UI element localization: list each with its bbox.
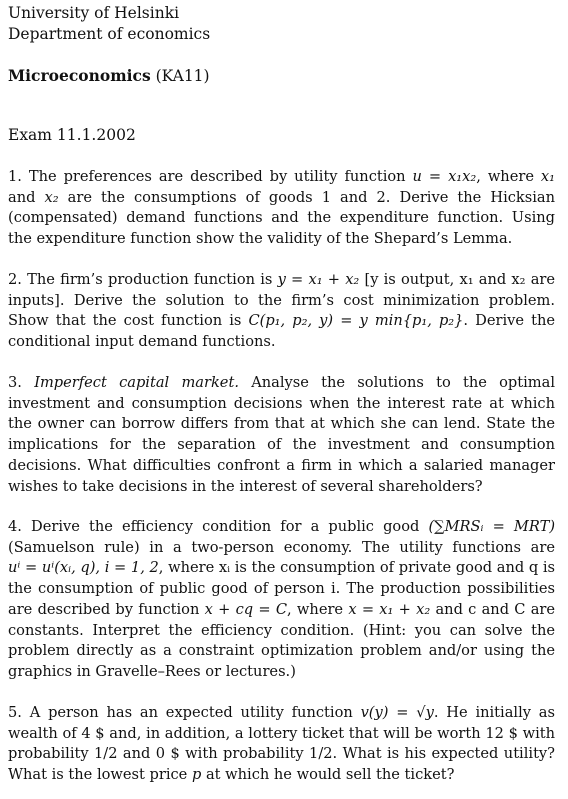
university-name: University of Helsinki bbox=[8, 4, 180, 22]
q1-text-4: are the consumptions of goods 1 and 2. D… bbox=[8, 188, 556, 248]
q4-text-1: 4. Derive the efficiency condition for a… bbox=[8, 518, 420, 535]
course-code: (KA11) bbox=[155, 67, 210, 85]
q1-x2: x₂ bbox=[44, 188, 59, 206]
q3-number: 3. bbox=[8, 374, 22, 391]
q1-text-1: 1. The preferences are described by util… bbox=[8, 168, 406, 185]
q1-utility-function: u = x₁x₂ bbox=[412, 168, 477, 185]
question-1: 1. The preferences are described by util… bbox=[8, 167, 555, 250]
department-name: Department of economics bbox=[8, 25, 211, 43]
q3-title: Imperfect capital market. bbox=[34, 374, 239, 391]
q1-x1: x₁ bbox=[540, 168, 556, 185]
q2-cost-function: C(p₁, p₂, y) = y min{p₁, p₂} bbox=[248, 312, 464, 330]
q2-production-function: y = x₁ + x₂ bbox=[277, 271, 360, 288]
q5-text-3: at which he would sell the ticket? bbox=[205, 766, 455, 784]
exam-title: Exam 11.1.2002 bbox=[8, 126, 136, 144]
q4-text-2: (Samuelson rule) in a two-person economy… bbox=[8, 538, 555, 556]
q4-production-possibilities: x + cq = C bbox=[204, 600, 288, 618]
q4-samuelson-condition: (∑MRSᵢ = MRT) bbox=[428, 518, 556, 535]
question-2: 2. The firm’s production function is y =… bbox=[8, 270, 555, 353]
q1-text-2: , where bbox=[476, 168, 534, 185]
q5-utility-function: v(y) = √y bbox=[360, 704, 434, 721]
q4-text-4: , where bbox=[287, 600, 344, 618]
q2-text-1: 2. The firm’s production function is bbox=[8, 271, 273, 288]
q4-utility-functions: uⁱ = uⁱ(xᵢ, q), i = 1, 2 bbox=[8, 559, 159, 577]
question-5: 5. A person has an expected utility func… bbox=[8, 703, 555, 786]
q3-text: Analyse the solutions to the optimal inv… bbox=[8, 374, 556, 495]
question-4: 4. Derive the efficiency condition for a… bbox=[8, 517, 555, 683]
question-3: 3. Imperfect capital market. Analyse the… bbox=[8, 373, 555, 497]
q5-price: p bbox=[191, 766, 202, 784]
q5-text-1: 5. A person has an expected utility func… bbox=[8, 704, 353, 721]
course-name: Microeconomics bbox=[8, 66, 151, 85]
q4-x-sum: x = x₁ + x₂ bbox=[348, 600, 431, 618]
course-title: Microeconomics (KA11) bbox=[8, 66, 210, 85]
q1-text-3: and bbox=[8, 188, 36, 206]
